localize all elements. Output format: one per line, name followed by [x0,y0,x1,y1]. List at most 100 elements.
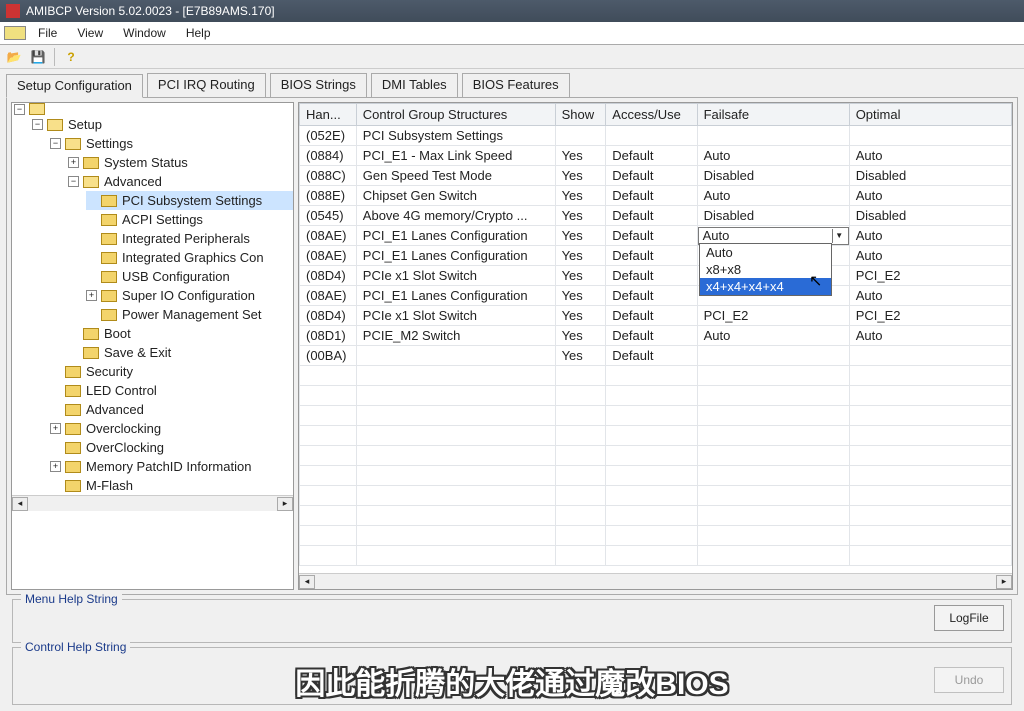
dropdown-option[interactable]: x4+x4+x4+x4 [700,278,831,295]
tree-pci-subsystem[interactable]: PCI Subsystem Settings [86,191,293,210]
cell[interactable]: Yes [555,266,606,286]
cell[interactable]: Default [606,326,697,346]
tree-led-control[interactable]: LED Control [50,381,293,400]
cell[interactable]: Gen Speed Test Mode [356,166,555,186]
table-row[interactable]: (00BA)YesDefault [300,346,1012,366]
expand-icon[interactable]: + [86,290,97,301]
cell[interactable]: Chipset Gen Switch [356,186,555,206]
menu-view[interactable]: View [67,24,113,42]
cell[interactable]: (08D1) [300,326,357,346]
cell[interactable]: Auto [697,186,849,206]
cell[interactable]: PCI_E2 [849,306,1011,326]
cell[interactable]: (0545) [300,206,357,226]
tab-bios-features[interactable]: BIOS Features [462,73,570,97]
tree-overclocking[interactable]: +Overclocking [50,419,293,438]
expand-icon[interactable]: + [50,423,61,434]
tree-settings[interactable]: −Settings [50,134,293,153]
menu-help[interactable]: Help [176,24,221,42]
failsafe-dropdown[interactable]: Autox8+x8x4+x4+x4+x4 [699,243,832,296]
undo-button[interactable]: Undo [934,667,1004,693]
table-row[interactable]: (08D4)PCIe x1 Slot SwitchYesDefaultPCI_E… [300,306,1012,326]
cell[interactable] [697,126,849,146]
tree-acpi[interactable]: ACPI Settings [86,210,293,229]
table-row[interactable]: (0884)PCI_E1 - Max Link SpeedYesDefaultA… [300,146,1012,166]
cell[interactable]: Disabled [697,166,849,186]
cell[interactable]: PCI_E2 [697,306,849,326]
cell[interactable]: (00BA) [300,346,357,366]
cell[interactable]: Default [606,226,697,246]
scroll-right-icon[interactable]: ▸ [996,575,1012,589]
cell[interactable]: Disabled [697,206,849,226]
collapse-icon[interactable]: − [14,104,25,115]
col-show[interactable]: Show [555,104,606,126]
table-row[interactable]: (08AE)PCI_E1 Lanes ConfigurationYesDefau… [300,246,1012,266]
cell[interactable]: Default [606,306,697,326]
cell[interactable]: Auto [849,286,1011,306]
cell[interactable]: (08D4) [300,306,357,326]
col-optimal[interactable]: Optimal [849,104,1011,126]
dropdown-option[interactable]: x8+x8 [700,261,831,278]
cell[interactable]: Default [606,346,697,366]
dropdown-option[interactable]: Auto [700,244,831,261]
scroll-left-icon[interactable]: ◂ [299,575,315,589]
menu-window[interactable]: Window [113,24,176,42]
tree-usb-config[interactable]: USB Configuration [86,267,293,286]
cell[interactable]: PCI_E1 Lanes Configuration [356,246,555,266]
cell[interactable] [555,126,606,146]
scroll-right-icon[interactable]: ▸ [277,497,293,511]
tree-mflash[interactable]: M-Flash [50,476,293,495]
cell[interactable] [356,346,555,366]
settings-table[interactable]: Han... Control Group Structures Show Acc… [299,103,1012,566]
table-row[interactable]: (08AE)PCI_E1 Lanes ConfigurationYesDefau… [300,226,1012,246]
cell[interactable]: Auto [849,326,1011,346]
table-row[interactable]: (08D1)PCIE_M2 SwitchYesDefaultAutoAuto [300,326,1012,346]
tree-save-exit[interactable]: Save & Exit [68,343,293,362]
tree-root[interactable]: − [14,103,293,115]
cell[interactable]: (08AE) [300,286,357,306]
cell[interactable]: PCI Subsystem Settings [356,126,555,146]
col-access[interactable]: Access/Use [606,104,697,126]
cell[interactable]: (08AE) [300,226,357,246]
cell[interactable]: Disabled [849,166,1011,186]
cell[interactable]: Yes [555,326,606,346]
cell[interactable]: PCIe x1 Slot Switch [356,306,555,326]
cell[interactable] [849,126,1011,146]
save-button[interactable]: 💾 [28,47,48,67]
cell[interactable]: (0884) [300,146,357,166]
cell[interactable]: PCI_E2 [849,266,1011,286]
cell[interactable]: Default [606,286,697,306]
table-row[interactable]: (08AE)PCI_E1 Lanes ConfigurationYesDefau… [300,286,1012,306]
cell[interactable]: Auto [849,146,1011,166]
cell[interactable]: Yes [555,186,606,206]
cell[interactable]: PCIe x1 Slot Switch [356,266,555,286]
failsafe-combobox[interactable]: Auto▼ [698,227,849,245]
tree-hscrollbar[interactable]: ◂ ▸ [12,495,293,511]
cell[interactable]: Default [606,246,697,266]
cell[interactable] [849,346,1011,366]
table-row[interactable]: (08D4)PCIe x1 Slot SwitchYesDefaultPCI_E… [300,266,1012,286]
cell[interactable] [697,346,849,366]
tab-dmi-tables[interactable]: DMI Tables [371,73,458,97]
cell[interactable]: Above 4G memory/Crypto ... [356,206,555,226]
table-row[interactable]: (088E)Chipset Gen SwitchYesDefaultAutoAu… [300,186,1012,206]
cell[interactable]: PCI_E1 - Max Link Speed [356,146,555,166]
cell[interactable] [606,126,697,146]
help-button[interactable]: ? [61,47,81,67]
expand-icon[interactable]: + [68,157,79,168]
cell[interactable]: Yes [555,166,606,186]
menu-file[interactable]: File [28,24,67,42]
cell[interactable]: Auto [697,146,849,166]
tree-overclocking2[interactable]: OverClocking [50,438,293,457]
cell[interactable]: Default [606,206,697,226]
cell[interactable]: (08AE) [300,246,357,266]
tree-memory-patchid[interactable]: +Memory PatchID Information [50,457,293,476]
cell[interactable]: Yes [555,206,606,226]
cell[interactable]: Yes [555,146,606,166]
cell[interactable]: Auto [849,186,1011,206]
cell[interactable]: (08D4) [300,266,357,286]
table-row[interactable]: (088C)Gen Speed Test ModeYesDefaultDisab… [300,166,1012,186]
cell[interactable]: PCI_E1 Lanes Configuration [356,226,555,246]
chevron-down-icon[interactable]: ▼ [832,229,846,243]
collapse-icon[interactable]: − [32,119,43,130]
cell[interactable]: Default [606,146,697,166]
